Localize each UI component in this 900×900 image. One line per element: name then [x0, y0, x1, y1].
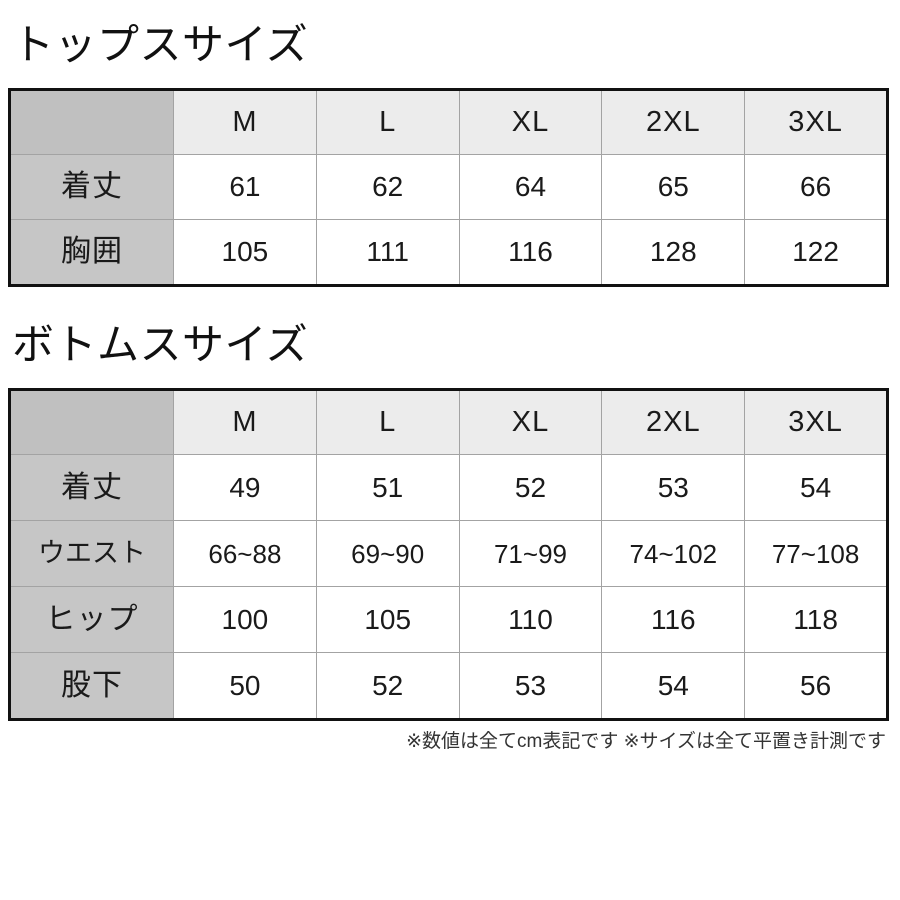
table-header-row: M L XL 2XL 3XL [9, 389, 888, 455]
table-row: 着丈 61 62 64 65 66 [9, 154, 888, 220]
bottoms-inseam-l: 52 [315, 652, 460, 720]
bottoms-section-title: ボトムスサイズ [12, 321, 309, 368]
bottoms-hip-l: 105 [315, 586, 460, 653]
bottoms-row-label-inseam: 股下 [9, 652, 174, 720]
tops-length-3xl: 66 [744, 154, 888, 220]
bottoms-header-size-2xl: 2XL [601, 389, 746, 455]
bottoms-length-l: 51 [315, 454, 460, 521]
bottoms-hip-2xl: 116 [601, 586, 746, 653]
tops-row-label-chest: 胸囲 [9, 219, 174, 286]
bottoms-table-header: M L XL 2XL 3XL [9, 389, 888, 455]
bottoms-inseam-m: 50 [173, 652, 317, 720]
bottoms-hip-xl: 110 [458, 586, 603, 653]
measurement-footnote: ※数値は全てcm表記です ※サイズは全て平置き計測です [406, 731, 886, 752]
bottoms-length-3xl: 54 [744, 454, 888, 521]
table-row: ウエスト 66~88 69~90 71~99 74~102 77~108 [9, 520, 888, 587]
tops-length-m: 61 [173, 154, 317, 220]
tops-section-title: トップスサイズ [12, 21, 309, 68]
bottoms-row-label-length: 着丈 [9, 454, 174, 521]
size-chart-page: トップスサイズ M L XL 2XL 3XL 着丈 61 62 64 65 66… [0, 0, 900, 900]
tops-row-label-length: 着丈 [9, 154, 174, 220]
tops-header-size-xl: XL [458, 89, 603, 155]
bottoms-length-m: 49 [173, 454, 317, 521]
bottoms-waist-xl: 71~99 [458, 520, 603, 587]
tops-table-header: M L XL 2XL 3XL [9, 89, 888, 155]
tops-chest-xl: 116 [458, 219, 603, 286]
bottoms-header-corner-cell [9, 389, 174, 455]
tops-header-size-l: L [315, 89, 460, 155]
table-row: 胸囲 105 111 116 128 122 [9, 219, 888, 286]
bottoms-table-body: 着丈 49 51 52 53 54 ウエスト 66~88 69~90 71~99… [9, 454, 888, 720]
tops-length-2xl: 65 [601, 154, 746, 220]
bottoms-waist-3xl: 77~108 [744, 520, 888, 587]
bottoms-hip-3xl: 118 [744, 586, 888, 653]
tops-chest-l: 111 [315, 219, 460, 286]
tops-header-corner-cell [9, 89, 174, 155]
tops-length-xl: 64 [458, 154, 603, 220]
tops-size-table: M L XL 2XL 3XL 着丈 61 62 64 65 66 胸囲 105 … [8, 88, 889, 287]
bottoms-header-size-l: L [315, 389, 460, 455]
table-row: ヒップ 100 105 110 116 118 [9, 586, 888, 653]
table-header-row: M L XL 2XL 3XL [9, 89, 888, 155]
bottoms-header-size-m: M [173, 389, 317, 455]
bottoms-size-table: M L XL 2XL 3XL 着丈 49 51 52 53 54 ウエスト 66… [8, 388, 889, 721]
bottoms-length-2xl: 53 [601, 454, 746, 521]
bottoms-waist-l: 69~90 [315, 520, 460, 587]
bottoms-hip-m: 100 [173, 586, 317, 653]
tops-header-size-m: M [173, 89, 317, 155]
tops-length-l: 62 [315, 154, 460, 220]
bottoms-row-label-waist: ウエスト [9, 520, 174, 587]
bottoms-inseam-3xl: 56 [744, 652, 888, 720]
bottoms-inseam-xl: 53 [458, 652, 603, 720]
table-row: 股下 50 52 53 54 56 [9, 652, 888, 720]
bottoms-header-size-xl: XL [458, 389, 603, 455]
bottoms-waist-2xl: 74~102 [601, 520, 746, 587]
tops-chest-m: 105 [173, 219, 317, 286]
table-row: 着丈 49 51 52 53 54 [9, 454, 888, 521]
tops-chest-3xl: 122 [744, 219, 888, 286]
bottoms-waist-m: 66~88 [173, 520, 317, 587]
bottoms-row-label-hip: ヒップ [9, 586, 174, 653]
tops-table-body: 着丈 61 62 64 65 66 胸囲 105 111 116 128 122 [9, 154, 888, 286]
bottoms-inseam-2xl: 54 [601, 652, 746, 720]
bottoms-length-xl: 52 [458, 454, 603, 521]
tops-header-size-2xl: 2XL [601, 89, 746, 155]
tops-chest-2xl: 128 [601, 219, 746, 286]
bottoms-header-size-3xl: 3XL [744, 389, 888, 455]
tops-header-size-3xl: 3XL [744, 89, 888, 155]
